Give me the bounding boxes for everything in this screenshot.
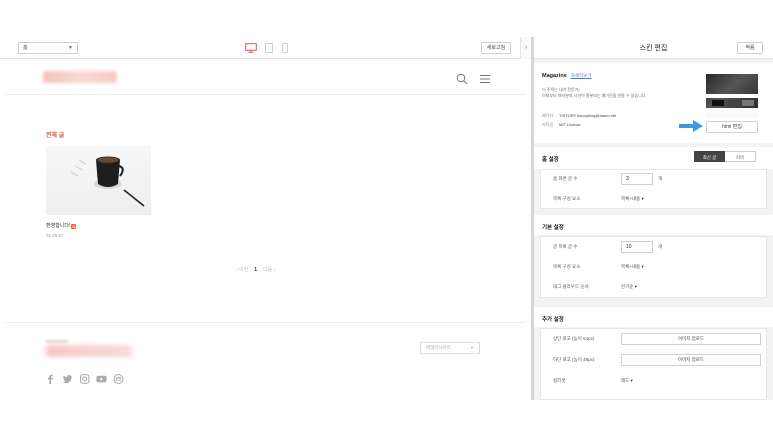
apply-button[interactable]: 적용 (737, 42, 763, 54)
post-title-text: 환영합니다! (46, 223, 71, 229)
refresh-button[interactable]: 새로고침 (481, 42, 511, 54)
preview-toolbar: 홈 ▼ 새로고침 › (0, 37, 531, 59)
tag-cloud-order-label: 태그 클라우드 순서 (553, 284, 589, 289)
family-site-select-value: 패밀리사이트 (426, 345, 451, 350)
post-thumbnail[interactable] (46, 146, 151, 215)
home-post-count-unit: 개 (658, 176, 663, 181)
mail-icon[interactable] (113, 371, 124, 384)
skin-name: Magazine 자세히보기 (542, 73, 591, 79)
home-list-elements-dropdown[interactable]: 목록+내용 ▾ (621, 196, 644, 202)
skin-license: 저작권 MIT License (542, 122, 581, 128)
footer-logo-blurred (46, 345, 132, 357)
home-mode-cover[interactable]: 커버 (725, 151, 756, 162)
skin-license-value: MIT License (559, 122, 581, 127)
skin-details-link[interactable]: 자세히보기 (571, 73, 592, 78)
list-elements-dropdown[interactable]: 목록+내용 ▾ (621, 264, 644, 270)
list-post-count-label: 글 목록 글 수 (553, 244, 578, 249)
skin-maker-label: 제작자 (542, 113, 554, 118)
home-mode-latest[interactable]: 최신 글 (694, 151, 725, 162)
top-logo-label: 상단 로고 (높이 64px) (553, 336, 595, 341)
skin-info-card: Magazine 자세히보기 더 주목는 내가 전문가! 이제부터 여러분의 시선… (534, 63, 773, 143)
collapse-panel-button[interactable]: › (520, 37, 531, 59)
youtube-icon[interactable] (96, 371, 107, 383)
category-title: 전체 글 (46, 133, 65, 139)
basic-settings-box: 글 목록 글 수 10 개 목록 구성 요소 목록+내용 ▾ 태그 클라우드 순… (540, 236, 767, 298)
bottom-logo-label: 하단 로고 (높이 48px) (553, 357, 595, 362)
top-logo-row: 상단 로고 (높이 64px) 이미지 업로드 (541, 330, 766, 350)
home-settings-box: 홈 화면 글 수 3 개 목록 구성 요소 목록+내용 ▾ (540, 169, 767, 209)
family-site-select[interactable]: 패밀리사이트 ▼ (420, 342, 480, 354)
skin-editor-panel: 스킨 편집 적용 Magazine 자세히보기 더 주목는 내가 전문가! 이제부… (534, 37, 773, 400)
instagram-icon[interactable] (79, 371, 90, 384)
pagination-current[interactable]: 1 (254, 267, 257, 273)
bottom-logo-row: 하단 로고 (높이 48px) 이미지 업로드 (541, 351, 766, 371)
skin-thumbnail (706, 74, 758, 118)
tag-cloud-order-dropdown[interactable]: 인기순 ▾ (621, 284, 637, 290)
skin-editor-header: 스킨 편집 적용 (534, 37, 773, 59)
skin-license-label: 저작권 (542, 122, 554, 127)
list-elements-label: 목록 구성 요소 (553, 264, 581, 269)
html-edit-button[interactable]: html 편집 (706, 121, 758, 133)
tag-cloud-order-row: 태그 클라우드 순서 인기순 ▾ (541, 278, 766, 298)
skin-description: 더 주목는 내가 전문가! 이제부터 여러분의 시선이 흥분되는 매거진을 만들… (542, 87, 692, 99)
list-post-count-unit: 개 (658, 244, 663, 249)
pagination-next[interactable]: 다음 › (263, 266, 275, 273)
post-date: 01:29:57 (46, 233, 64, 238)
header-divider (6, 94, 526, 95)
home-post-count-label: 홈 화면 글 수 (553, 176, 578, 181)
skin-maker: 제작자 TISTORY tistoryblog@daum.net (542, 113, 616, 119)
extra-settings-header: 추가 설정 (534, 307, 773, 327)
pagination: ‹ 이전 1 다음 › (236, 266, 275, 274)
home-mode-toggle: 최신 글 커버 (694, 151, 756, 162)
desktop-view-icon[interactable] (245, 43, 257, 53)
footer-label-blurred (46, 340, 68, 343)
preview-page-select[interactable]: 홈 ▼ (18, 42, 78, 54)
chevron-down-icon: ▼ (470, 345, 474, 350)
top-logo-upload-button[interactable]: 이미지 업로드 (621, 333, 761, 345)
chevron-down-icon: ▼ (68, 45, 73, 51)
post-title[interactable]: 환영합니다! N (46, 222, 77, 229)
footer-divider (6, 322, 526, 323)
home-settings-header: 홈 설정 최신 글 커버 (534, 147, 773, 169)
color-set-row: 컬러셋 레드 ▾ (541, 372, 766, 392)
home-list-elements-row: 목록 구성 요소 목록+내용 ▾ (541, 190, 766, 210)
tablet-view-icon[interactable] (265, 43, 273, 53)
blog-logo-blurred[interactable] (43, 71, 117, 83)
list-post-count-row: 글 목록 글 수 10 개 (541, 238, 766, 258)
facebook-icon[interactable] (45, 371, 56, 384)
extra-settings-box: 상단 로고 (높이 64px) 이미지 업로드 하단 로고 (높이 48px) … (540, 328, 767, 400)
menu-icon[interactable] (479, 74, 491, 84)
blog-preview-pane: 홈 ▼ 새로고침 › 전체 글 환영합니다! N 01:29:57 ‹ 이전 1… (0, 37, 531, 400)
coffee-cup-image (70, 156, 145, 207)
home-post-count-input[interactable]: 3 (621, 173, 653, 185)
mobile-view-icon[interactable] (282, 43, 288, 53)
twitter-icon[interactable] (62, 371, 73, 384)
home-list-elements-label: 목록 구성 요소 (553, 196, 581, 201)
pagination-prev[interactable]: ‹ 이전 (236, 266, 248, 273)
home-post-count-row: 홈 화면 글 수 3 개 (541, 170, 766, 190)
skin-description-line2: 이제부터 여러분의 시선이 흥분되는 매거진을 만들 수 있습니다. (542, 93, 647, 98)
skin-name-text: Magazine (542, 73, 567, 79)
basic-settings-header: 기본 설정 (534, 215, 773, 235)
list-post-count-input[interactable]: 10 (621, 241, 653, 253)
color-set-dropdown[interactable]: 레드 ▾ (621, 378, 633, 384)
color-set-label: 컬러셋 (553, 378, 566, 383)
social-links (45, 371, 124, 384)
skin-maker-value: TISTORY tistoryblog@daum.net (559, 113, 617, 118)
new-badge: N (71, 224, 77, 229)
home-settings-title: 홈 설정 (542, 157, 559, 163)
search-icon[interactable] (456, 73, 468, 85)
list-elements-row: 목록 구성 요소 목록+내용 ▾ (541, 258, 766, 278)
extra-settings-title: 추가 설정 (542, 317, 564, 323)
arrow-right-icon (679, 120, 703, 132)
bottom-logo-upload-button[interactable]: 이미지 업로드 (621, 354, 761, 366)
preview-page-select-value: 홈 (23, 45, 28, 51)
basic-settings-title: 기본 설정 (542, 225, 564, 231)
